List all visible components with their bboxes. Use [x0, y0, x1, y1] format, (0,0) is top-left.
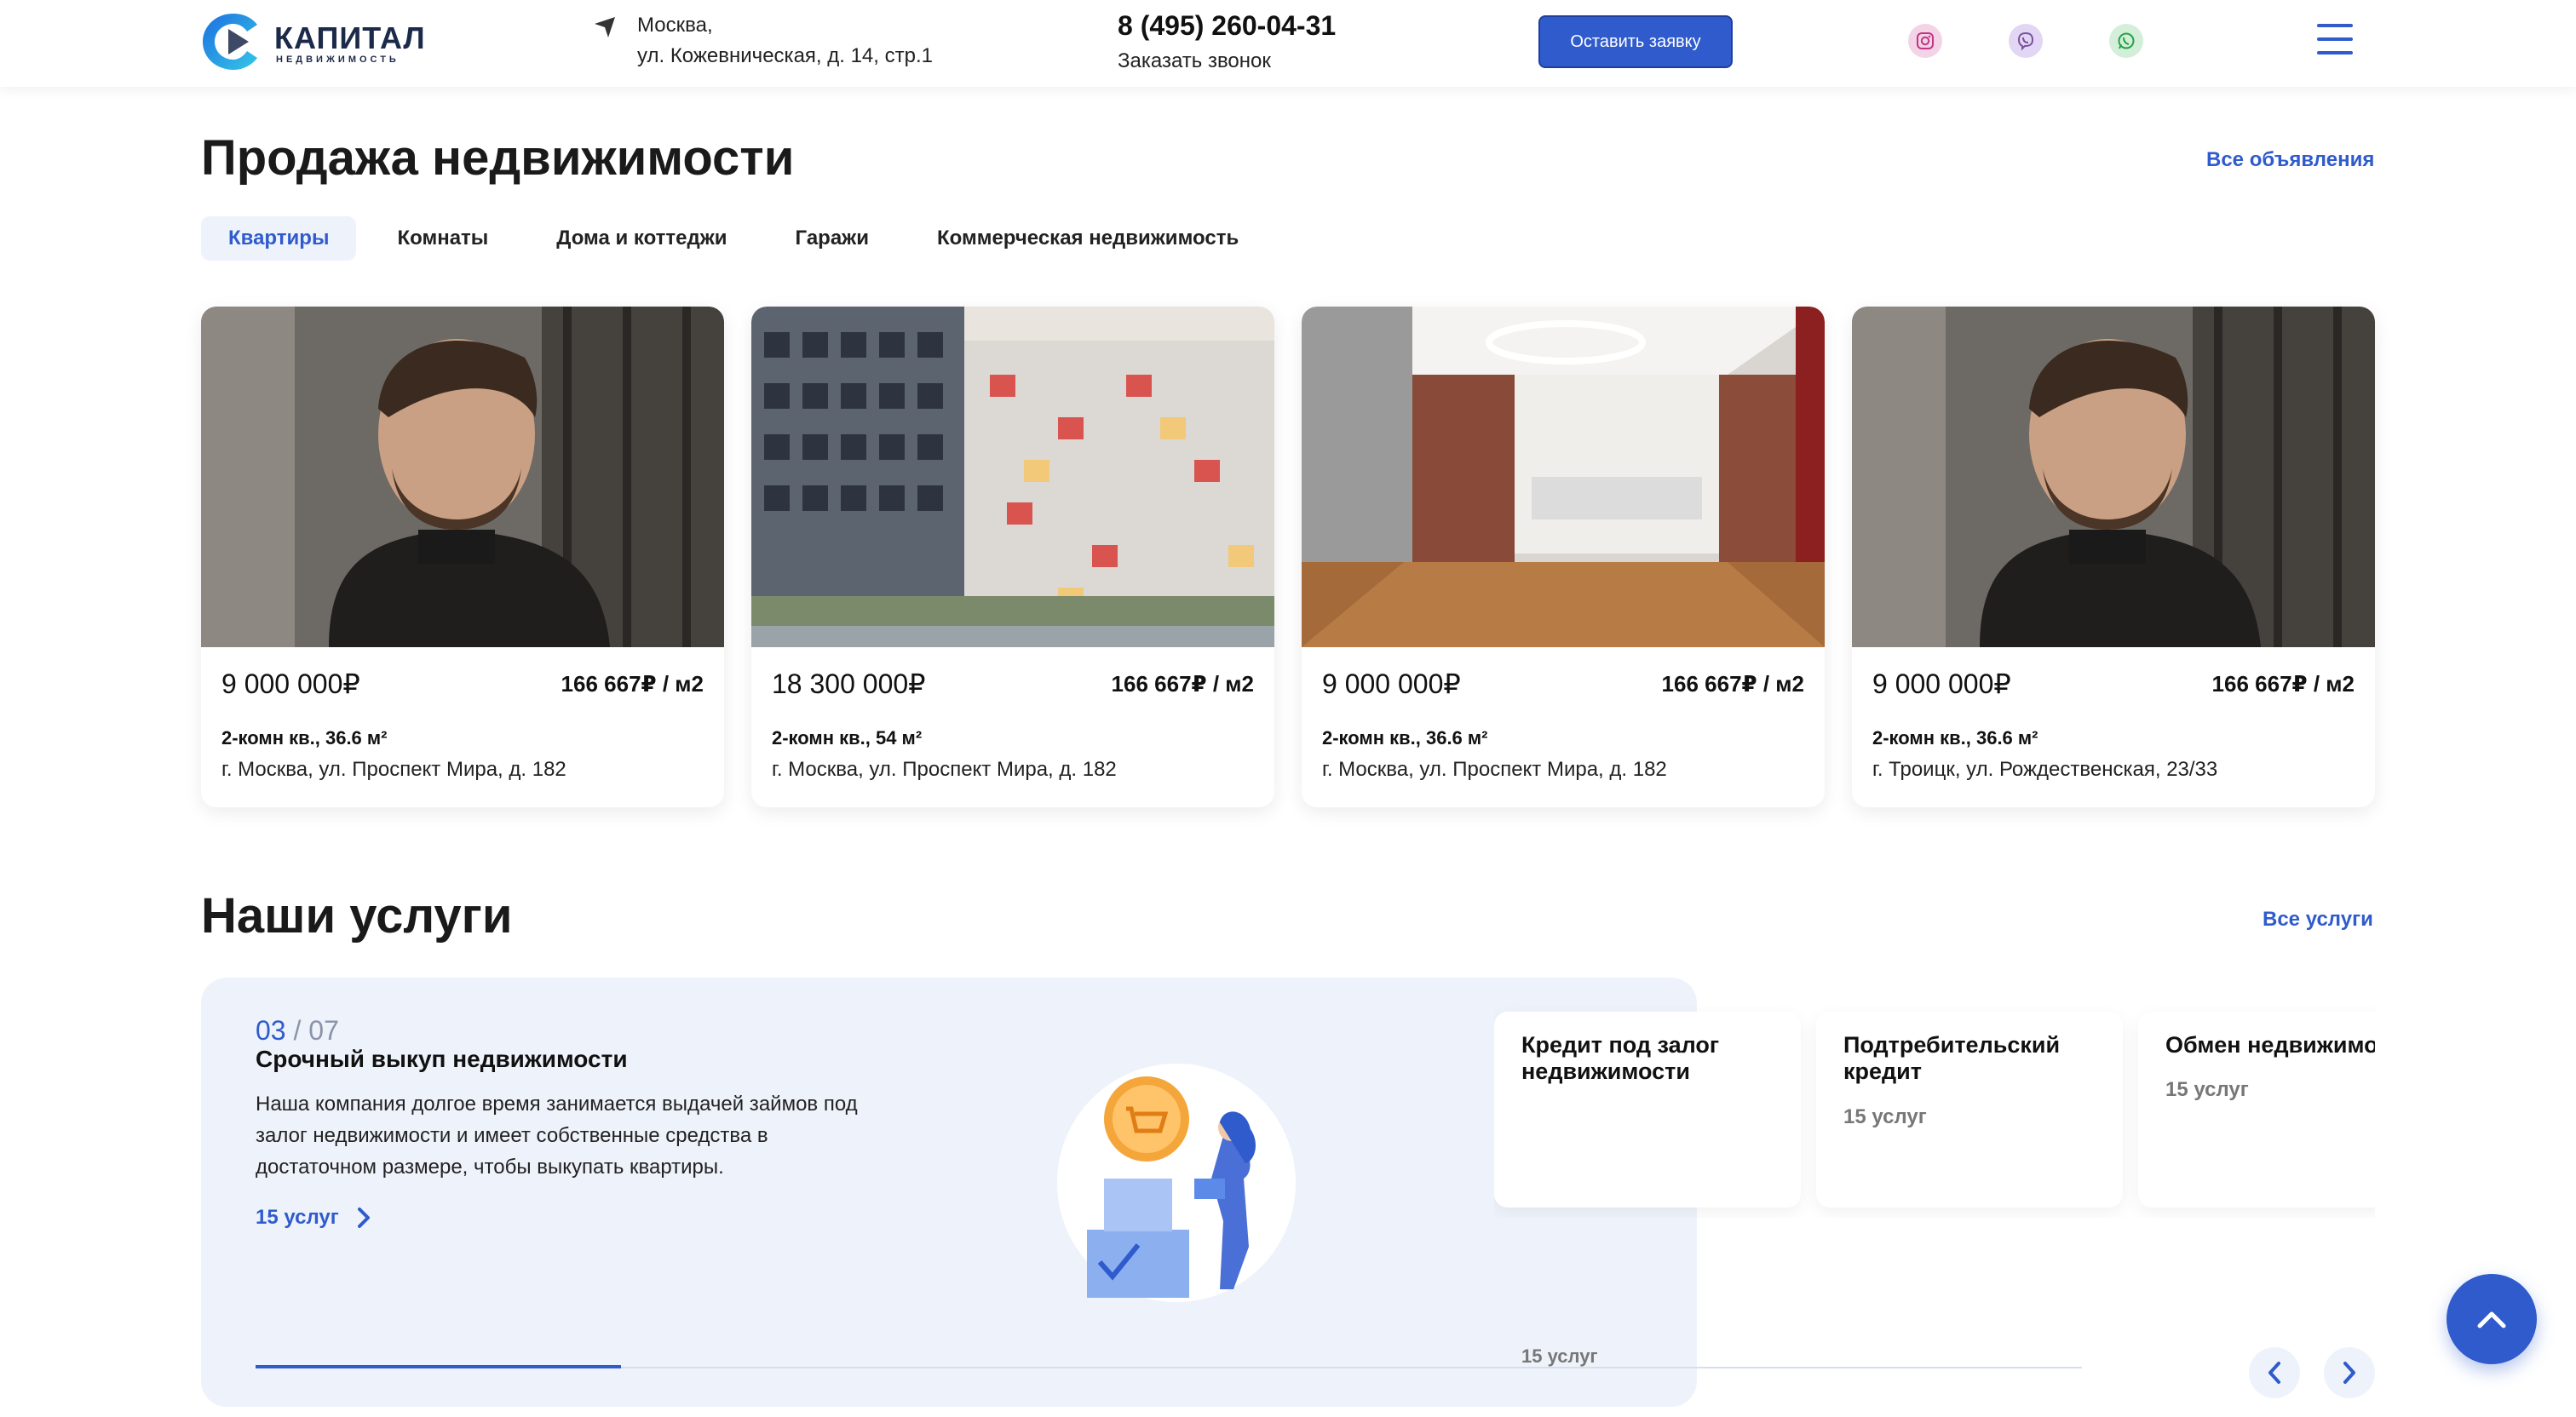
whatsapp-button[interactable] [2109, 24, 2143, 58]
slide-current: 03 [256, 1015, 286, 1046]
scroll-to-top-button[interactable] [2447, 1274, 2537, 1364]
listing-price: 9 000 000₽ [221, 668, 360, 699]
listing-price-per-m2: 166 667₽ / м2 [1661, 671, 1804, 697]
leave-request-button[interactable]: Оставить заявку [1538, 15, 1733, 68]
services-section-title: Наши услуги [201, 888, 513, 944]
active-service-count: 15 услуг [256, 1206, 339, 1229]
service-cards-carousel: Кредит под залог недвижимости Подтребите… [1494, 1005, 2375, 1218]
listing-card[interactable]: 9 000 000₽ 166 667₽ / м2 2-комн кв., 36.… [1302, 307, 1825, 807]
service-card-pledge-credit[interactable]: Кредит под залог недвижимости [1494, 1012, 1801, 1208]
tab-commercial[interactable]: Коммерческая недвижимость [910, 216, 1266, 261]
listing-price-per-m2: 166 667₽ / м2 [561, 671, 704, 697]
chevron-right-icon [2343, 1362, 2355, 1384]
listing-address: г. Москва, ул. Проспект Мира, д. 182 [1322, 758, 1667, 781]
all-services-link[interactable]: Все услуги [2263, 908, 2373, 932]
chevron-left-icon [2268, 1362, 2280, 1384]
chevron-up-icon [2477, 1311, 2506, 1328]
listing-rooms: 2-комн кв., 54 м² [772, 727, 923, 749]
active-service-title: Срочный выкуп недвижимости [256, 1046, 628, 1072]
property-type-tabs: Квартиры Комнаты Дома и коттеджи Гаражи … [201, 216, 1279, 261]
listing-photo [201, 307, 724, 647]
listing-card[interactable]: 9 000 000₽ 166 667₽ / м2 2-комн кв., 36.… [201, 307, 724, 807]
listing-price-per-m2: 166 667₽ / м2 [1111, 671, 1254, 697]
service-card-title: Обмен недвижимости [2165, 1032, 2375, 1058]
listing-cards: 9 000 000₽ 166 667₽ / м2 2-комн кв., 36.… [201, 307, 2375, 807]
service-card-property-exchange[interactable]: Обмен недвижимости 15 услуг [2138, 1012, 2375, 1208]
carousel-prev-button[interactable] [2249, 1347, 2300, 1398]
company-logo[interactable]: КАПИТАЛ НЕДВИЖИМОСТЬ [199, 10, 425, 73]
carousel-next-button[interactable] [2324, 1347, 2375, 1398]
listing-rooms: 2-комн кв., 36.6 м² [1322, 727, 1488, 749]
phone-number[interactable]: 8 (495) 260-04-31 [1118, 10, 1336, 42]
logo-mark-icon [203, 14, 257, 70]
listing-rooms: 2-комн кв., 36.6 м² [1872, 727, 2038, 749]
menu-burger-icon[interactable] [2317, 24, 2353, 56]
service-card-consumer-credit[interactable]: Подтребительский кредит 15 услуг [1816, 1012, 2123, 1208]
service-card-count: 15 услуг [1843, 1105, 1927, 1128]
listing-address: г. Троицк, ул. Рождественская, 23/33 [1872, 758, 2218, 781]
listing-address: г. Москва, ул. Проспект Мира, д. 182 [221, 758, 566, 781]
logo-subtitle: НЕДВИЖИМОСТЬ [276, 54, 400, 65]
sales-section-title: Продажа недвижимости [201, 130, 795, 186]
carousel-progress-fill [256, 1365, 621, 1368]
location-arrow-icon [595, 17, 615, 37]
slide-total: / 07 [293, 1015, 339, 1046]
service-card-count: 15 услуг [1521, 1345, 1598, 1367]
shopping-illustration-icon [1057, 1064, 1296, 1302]
viber-button[interactable] [2009, 24, 2043, 58]
slide-counter: 03 / 07 [256, 1015, 339, 1047]
listing-photo [1302, 307, 1825, 647]
service-card-count: 15 услуг [2165, 1078, 2249, 1101]
address-city: Москва, [637, 14, 713, 37]
listing-photo [1852, 307, 2375, 647]
chevron-right-icon [357, 1208, 370, 1228]
listing-price-per-m2: 166 667₽ / м2 [2211, 671, 2355, 697]
listing-card[interactable]: 18 300 000₽ 166 667₽ / м2 2-комн кв., 54… [751, 307, 1274, 807]
service-card-title: Кредит под залог недвижимости [1521, 1032, 1720, 1084]
all-listings-link[interactable]: Все объявления [2206, 148, 2374, 172]
viber-icon [2017, 32, 2034, 50]
address-street: ул. Кожевническая, д. 14, стр.1 [637, 44, 933, 67]
instagram-button[interactable] [1908, 24, 1942, 58]
callback-link[interactable]: Заказать звонок [1118, 49, 1271, 73]
tab-houses[interactable]: Дома и коттеджи [529, 216, 754, 261]
active-service-count-link[interactable]: 15 услуг [256, 1206, 371, 1230]
listing-price: 18 300 000₽ [772, 668, 926, 699]
listing-price: 9 000 000₽ [1872, 668, 2011, 699]
listing-photo [751, 307, 1274, 647]
listing-rooms: 2-комн кв., 36.6 м² [221, 727, 388, 749]
service-card-title: Подтребительский кредит [1843, 1032, 2061, 1084]
site-header: КАПИТАЛ НЕДВИЖИМОСТЬ Москва, ул. Кожевни… [0, 0, 2576, 87]
listing-address: г. Москва, ул. Проспект Мира, д. 182 [772, 758, 1117, 781]
tab-rooms[interactable]: Комнаты [370, 216, 515, 261]
active-service-description: Наша компания долгое время занимается вы… [256, 1093, 858, 1179]
tab-garages[interactable]: Гаражи [768, 216, 896, 261]
whatsapp-icon [2118, 32, 2135, 49]
listing-card[interactable]: 9 000 000₽ 166 667₽ / м2 2-комн кв., 36.… [1852, 307, 2375, 807]
instagram-icon [1917, 32, 1934, 49]
tab-apartments[interactable]: Квартиры [201, 216, 357, 261]
active-service-panel: 03 / 07 Срочный выкуп недвижимости Наша … [201, 978, 1697, 1407]
logo-title: КАПИТАЛ [274, 20, 426, 55]
listing-price: 9 000 000₽ [1322, 668, 1461, 699]
